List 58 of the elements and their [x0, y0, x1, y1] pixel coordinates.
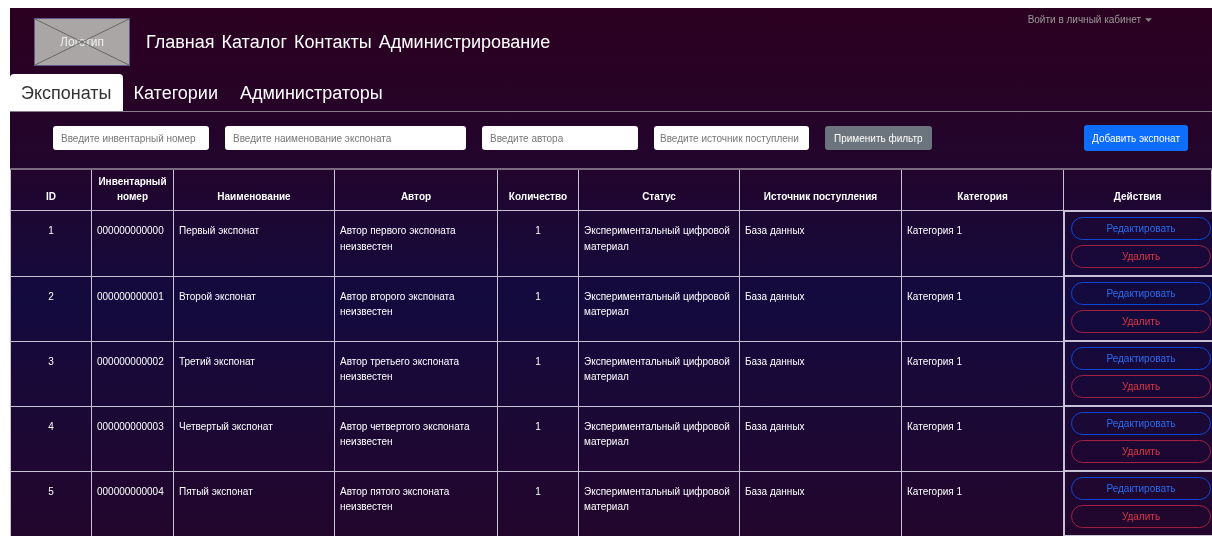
nav-link[interactable]: Главная [146, 31, 215, 53]
column-header: Автор [334, 169, 498, 211]
table-cell: 1 [497, 276, 579, 341]
table-cell: Автор первого экспоната неизвестен [334, 210, 498, 276]
table-cell: База данных [739, 210, 902, 276]
table-cell: База данных [739, 276, 902, 341]
table-cell: 1 [10, 210, 92, 276]
table-cell: 5 [10, 471, 92, 536]
column-header: Наименование [173, 169, 335, 211]
table-cell: Категория 1 [901, 406, 1064, 471]
table-cell: Автор третьего экспоната неизвестен [334, 341, 498, 406]
table-cell: 2 [10, 276, 92, 341]
table-cell: 3 [10, 341, 92, 406]
caret-icon [1145, 17, 1152, 22]
table-cell: Второй экспонат [173, 276, 335, 341]
table-cell: 000000000002 [91, 341, 174, 406]
add-exhibit-button[interactable]: Добавить экспонат [1084, 125, 1188, 151]
column-header: Действия [1063, 169, 1212, 211]
table-cell: Категория 1 [901, 276, 1064, 341]
table-cell: 000000000000 [91, 210, 174, 276]
column-header: Инвентарный номер [91, 169, 174, 211]
account-dropdown[interactable]: Войти в личный кабинет [1027, 14, 1152, 25]
nav-link[interactable]: Администрирование [378, 31, 551, 53]
table-cell: Автор четвертого экспоната неизвестен [334, 406, 498, 471]
table-cell: Категория 1 [901, 341, 1064, 406]
table-cell: 1 [497, 341, 579, 406]
column-header: Количество [497, 169, 579, 211]
table-cell: Автор второго экспоната неизвестен [334, 276, 498, 341]
column-header: Статус [578, 169, 740, 211]
table-cell: Экспериментальный цифровой материал [578, 406, 740, 471]
delete-button[interactable]: Удалить [1071, 375, 1211, 398]
filter-field[interactable]: Введите источник поступлени [654, 126, 809, 150]
table-cell: 000000000001 [91, 276, 174, 341]
tab[interactable]: Категории [122, 74, 229, 111]
column-header: Источник поступления [739, 169, 902, 211]
table-cell: Категория 1 [901, 210, 1064, 276]
filter-field[interactable]: Введите автора [482, 126, 638, 150]
table-cell: Четвертый экспонат [173, 406, 335, 471]
table-cell: 1 [497, 406, 579, 471]
column-header: ID [10, 169, 92, 211]
table-cell: База данных [739, 341, 902, 406]
table-cell: 000000000003 [91, 406, 174, 471]
table-cell: База данных [739, 406, 902, 471]
table-cell: Первый экспонат [173, 210, 335, 276]
apply-filter-button[interactable]: Применить фильтр [825, 126, 932, 150]
table-cell: Экспериментальный цифровой материал [578, 341, 740, 406]
nav-link[interactable]: Контакты [293, 31, 372, 53]
table-cell: 1 [497, 210, 579, 276]
filter-field[interactable]: Введите наименование экспоната [225, 126, 466, 150]
table-cell: 4 [10, 406, 92, 471]
table-cell: Третий экспонат [173, 341, 335, 406]
nav-link[interactable]: Каталог [221, 31, 287, 53]
tab[interactable]: Администраторы [229, 74, 394, 111]
column-header: Категория [901, 169, 1064, 211]
tab[interactable]: Экспонаты [10, 74, 123, 111]
table-cell: Экспериментальный цифровой материал [578, 276, 740, 341]
table-cell: Экспериментальный цифровой материал [578, 210, 740, 276]
filter-field[interactable]: Введите инвентарный номер [53, 126, 209, 150]
